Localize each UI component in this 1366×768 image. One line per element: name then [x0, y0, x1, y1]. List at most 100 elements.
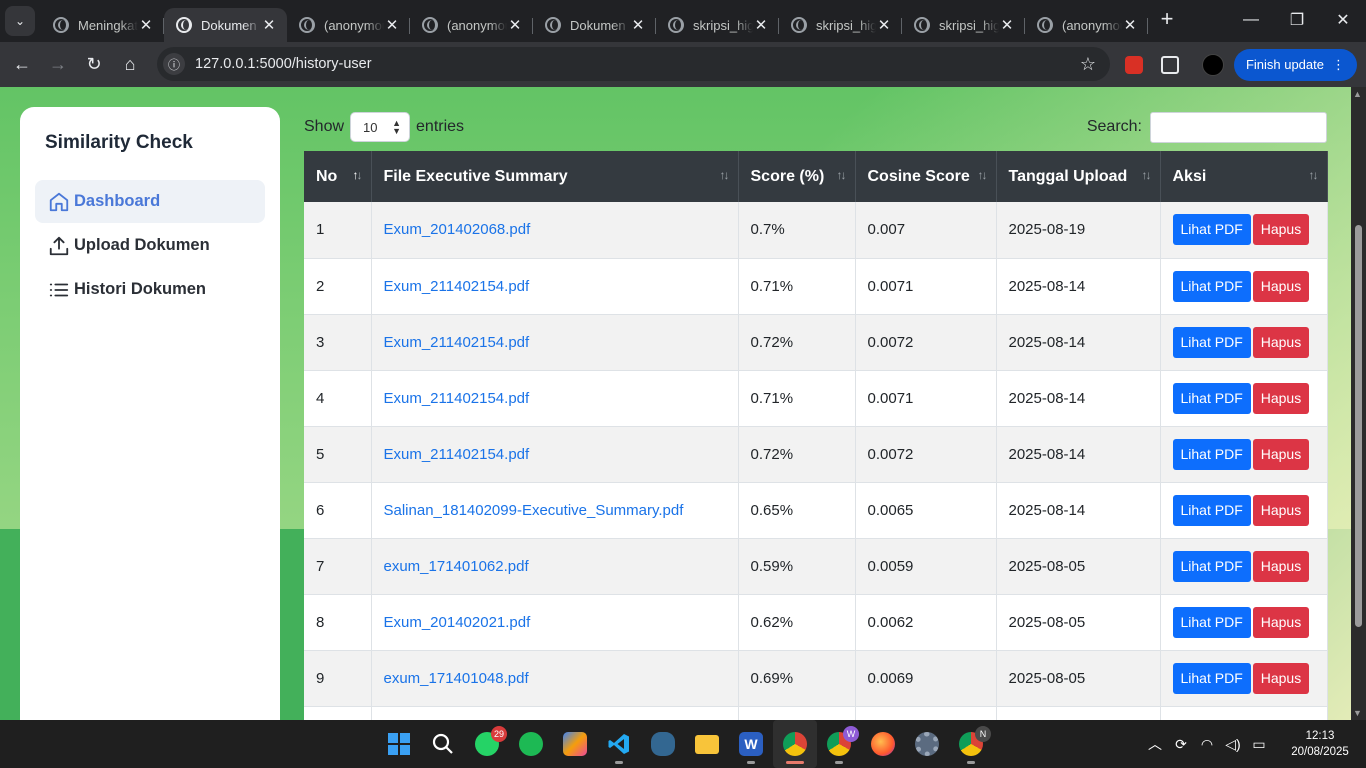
file-link[interactable]: exum_171401062.pdf: [384, 558, 529, 575]
postgresql-icon[interactable]: [641, 720, 685, 768]
back-button[interactable]: ←: [4, 47, 40, 83]
close-tab-icon[interactable]: ✕: [261, 16, 277, 34]
file-link[interactable]: Exum_211402154.pdf: [384, 446, 530, 463]
column-header-file[interactable]: File Executive Summary ↑↓: [371, 151, 739, 202]
scrollbar-thumb[interactable]: [1355, 225, 1362, 627]
home-button[interactable]: ⌂: [112, 47, 148, 83]
delete-button[interactable]: Hapus: [1252, 606, 1310, 638]
delete-button[interactable]: Hapus: [1252, 270, 1310, 302]
view-pdf-button[interactable]: Lihat PDF: [1172, 606, 1251, 638]
page-viewport: Similarity Check Dashboard Upload Dokume…: [0, 87, 1351, 720]
vscode-icon[interactable]: [597, 720, 641, 768]
cell-file: Salinan_181402099-Executive_Summary.pdf: [371, 482, 739, 539]
view-pdf-button[interactable]: Lihat PDF: [1172, 550, 1251, 582]
battery-icon[interactable]: ▭: [1246, 736, 1272, 753]
site-info-icon[interactable]: ⓘ: [163, 53, 185, 75]
browser-tab[interactable]: skripsi_hig ✕: [902, 8, 1025, 42]
delete-button[interactable]: Hapus: [1252, 326, 1310, 358]
search-icon[interactable]: [421, 720, 465, 768]
column-header-action[interactable]: Aksi ↑↓: [1160, 151, 1328, 202]
browser-tab[interactable]: Dokumen ✕: [533, 8, 656, 42]
volume-icon[interactable]: ◁): [1220, 736, 1246, 753]
column-header-date[interactable]: Tanggal Upload ↑↓: [996, 151, 1161, 202]
tab-search-button[interactable]: ⌄: [5, 6, 35, 36]
close-tab-icon[interactable]: ✕: [753, 16, 769, 34]
address-bar[interactable]: ⓘ 127.0.0.1:5000/history-user ☆: [157, 47, 1110, 81]
file-link[interactable]: Exum_211402154.pdf: [384, 390, 530, 407]
view-pdf-button[interactable]: Lihat PDF: [1172, 662, 1251, 694]
scroll-up-icon[interactable]: ▲: [1353, 89, 1362, 99]
bookmark-star-icon[interactable]: ☆: [1080, 54, 1096, 75]
sync-icon[interactable]: ⟳: [1168, 736, 1194, 753]
file-link[interactable]: Exum_211402154.pdf: [384, 334, 530, 351]
chrome-profile-w-icon[interactable]: W: [817, 720, 861, 768]
profile-avatar[interactable]: [1201, 53, 1224, 76]
view-pdf-button[interactable]: Lihat PDF: [1172, 494, 1251, 526]
reload-button[interactable]: ↻: [76, 47, 112, 83]
view-pdf-button[interactable]: Lihat PDF: [1172, 382, 1251, 414]
sidebar-item-dashboard[interactable]: Dashboard: [35, 180, 265, 223]
delete-button[interactable]: Hapus: [1252, 662, 1310, 694]
browser-tab[interactable]: (anonymous)✕: [410, 8, 533, 42]
chrome-profile-n-icon[interactable]: N: [949, 720, 993, 768]
file-link[interactable]: exum_171401048.pdf: [384, 670, 529, 687]
file-link[interactable]: Exum_201402068.pdf: [384, 221, 531, 238]
spotify-icon[interactable]: [509, 720, 553, 768]
delete-button[interactable]: Hapus: [1252, 438, 1310, 470]
close-tab-icon[interactable]: ✕: [630, 16, 646, 34]
extension-icon[interactable]: [1116, 47, 1152, 83]
scroll-down-icon[interactable]: ▼: [1353, 708, 1362, 718]
chrome-icon[interactable]: [773, 720, 817, 768]
close-tab-icon[interactable]: ✕: [876, 16, 892, 34]
browser-tab[interactable]: skripsi_hig ✕: [779, 8, 902, 42]
view-pdf-button[interactable]: Lihat PDF: [1172, 326, 1251, 358]
delete-button[interactable]: Hapus: [1252, 382, 1310, 414]
forward-button[interactable]: →: [40, 47, 76, 83]
entries-select[interactable]: 10 ▲ ▼: [350, 112, 411, 142]
close-tab-icon[interactable]: ✕: [1122, 16, 1138, 34]
delete-button[interactable]: Hapus: [1252, 550, 1310, 582]
chevron-up-icon[interactable]: ︿: [1142, 734, 1168, 754]
start-icon[interactable]: [377, 720, 421, 768]
close-tab-icon[interactable]: ✕: [138, 16, 154, 34]
delete-button[interactable]: Hapus: [1252, 214, 1310, 246]
close-tab-icon[interactable]: ✕: [384, 16, 400, 34]
restore-button[interactable]: ❐: [1274, 0, 1320, 40]
view-pdf-button[interactable]: Lihat PDF: [1172, 438, 1251, 470]
file-link[interactable]: Exum_201402021.pdf: [384, 614, 531, 631]
minimize-button[interactable]: —: [1228, 0, 1274, 40]
whatsapp-icon[interactable]: 29: [465, 720, 509, 768]
column-header-cosine[interactable]: Cosine Score ↑↓: [855, 151, 997, 202]
extensions-puzzle-icon[interactable]: [1152, 47, 1188, 83]
close-window-button[interactable]: ✕: [1320, 0, 1366, 40]
browser-tab[interactable]: Dokumen ✕: [164, 8, 287, 42]
page-scrollbar[interactable]: ▲ ▼: [1351, 87, 1366, 720]
settings-icon[interactable]: [905, 720, 949, 768]
close-tab-icon[interactable]: ✕: [999, 16, 1015, 34]
view-pdf-button[interactable]: Lihat PDF: [1172, 270, 1251, 302]
browser-tab[interactable]: skripsi_hig ✕: [656, 8, 779, 42]
file-link[interactable]: Salinan_181402099-Executive_Summary.pdf: [384, 502, 684, 519]
browser-tab[interactable]: Meningkatkan✕: [41, 8, 164, 42]
file-link[interactable]: Exum_211402154.pdf: [384, 278, 530, 295]
close-tab-icon[interactable]: ✕: [507, 16, 523, 34]
new-tab-button[interactable]: +: [1152, 4, 1182, 34]
clock[interactable]: 12:13 20/08/2025: [1280, 728, 1360, 760]
finish-update-button[interactable]: Finish update ⋮: [1233, 48, 1357, 81]
browser-tab[interactable]: (anonymous)✕: [1025, 8, 1148, 42]
firefox-icon[interactable]: [861, 720, 905, 768]
word-icon[interactable]: W: [729, 720, 773, 768]
view-pdf-button[interactable]: Lihat PDF: [1172, 214, 1251, 246]
cell-file: Exum_211402154.pdf: [371, 370, 739, 427]
delete-button[interactable]: Hapus: [1252, 494, 1310, 526]
sidebar-item-history[interactable]: Histori Dokumen: [35, 268, 265, 311]
search-input[interactable]: [1150, 111, 1327, 143]
copilot-icon[interactable]: [553, 720, 597, 768]
column-header-no[interactable]: No ↑↓: [304, 151, 372, 202]
browser-tab[interactable]: (anonymous)✕: [287, 8, 410, 42]
sidebar-item-upload[interactable]: Upload Dokumen: [35, 224, 265, 267]
tab-list: Meningkatkan✕Dokumen✕(anonymous)✕(anonym…: [41, 0, 1148, 42]
wifi-icon[interactable]: ◠: [1194, 736, 1220, 753]
file-explorer-icon[interactable]: [685, 720, 729, 768]
column-header-score[interactable]: Score (%) ↑↓: [738, 151, 856, 202]
